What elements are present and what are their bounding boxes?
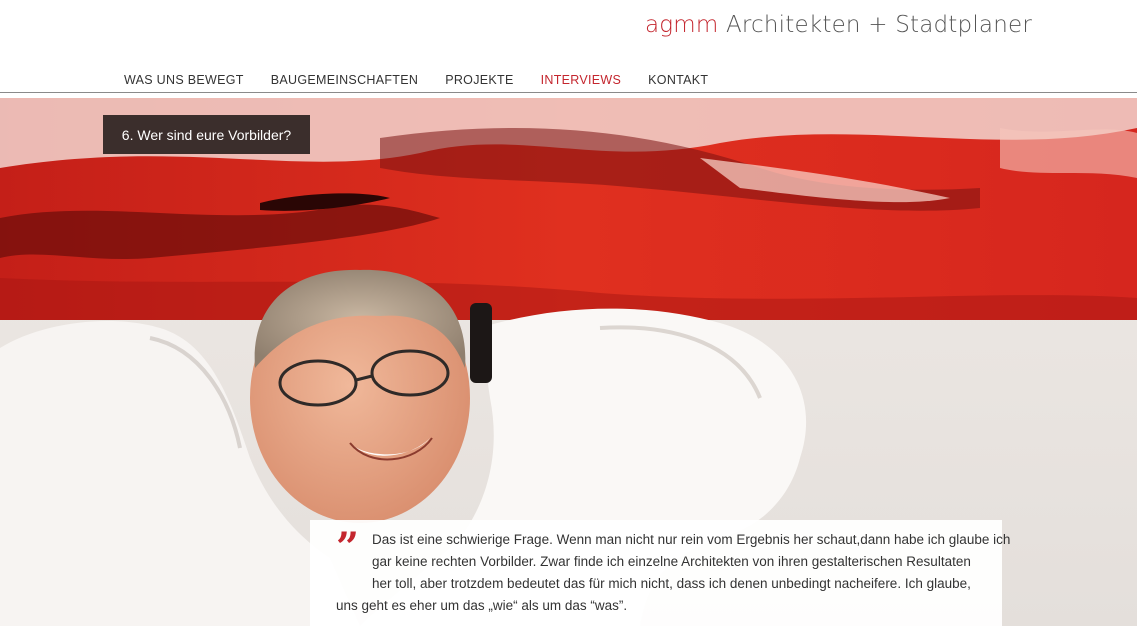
nav-item-was-uns-bewegt[interactable]: WAS UNS BEWEGT bbox=[124, 73, 244, 87]
main-nav: WAS UNS BEWEGT BAUGEMEINSCHAFTEN PROJEKT… bbox=[124, 73, 708, 87]
quote-icon: ” bbox=[336, 524, 360, 571]
quote-box: ” Das ist eine schwierige Frage. Wenn ma… bbox=[310, 520, 1010, 626]
site-header: agmm Architekten + Stadtplaner WAS UNS B… bbox=[0, 0, 1137, 92]
logo[interactable]: agmm Architekten + Stadtplaner bbox=[645, 12, 1032, 38]
nav-item-baugemeinschaften[interactable]: BAUGEMEINSCHAFTEN bbox=[271, 73, 418, 87]
logo-brand: agmm bbox=[644, 12, 719, 38]
logo-text: Architekten + Stadtplaner bbox=[718, 12, 1032, 38]
quote-line-3: her toll, aber trotzdem bedeutet das für… bbox=[372, 576, 971, 591]
question-label: 6. Wer sind eure Vorbilder? bbox=[103, 115, 310, 154]
quote-line-1: Das ist eine schwierige Frage. Wenn man … bbox=[372, 532, 1011, 547]
quote-line-2: gar keine rechten Vorbilder. Zwar finde … bbox=[372, 554, 971, 569]
header-divider bbox=[0, 92, 1137, 93]
nav-item-projekte[interactable]: PROJEKTE bbox=[445, 73, 513, 87]
nav-item-kontakt[interactable]: KONTAKT bbox=[648, 73, 708, 87]
quote-line-4: uns geht es eher um das „wie“ als um das… bbox=[336, 598, 628, 613]
nav-item-interviews[interactable]: INTERVIEWS bbox=[541, 73, 622, 87]
